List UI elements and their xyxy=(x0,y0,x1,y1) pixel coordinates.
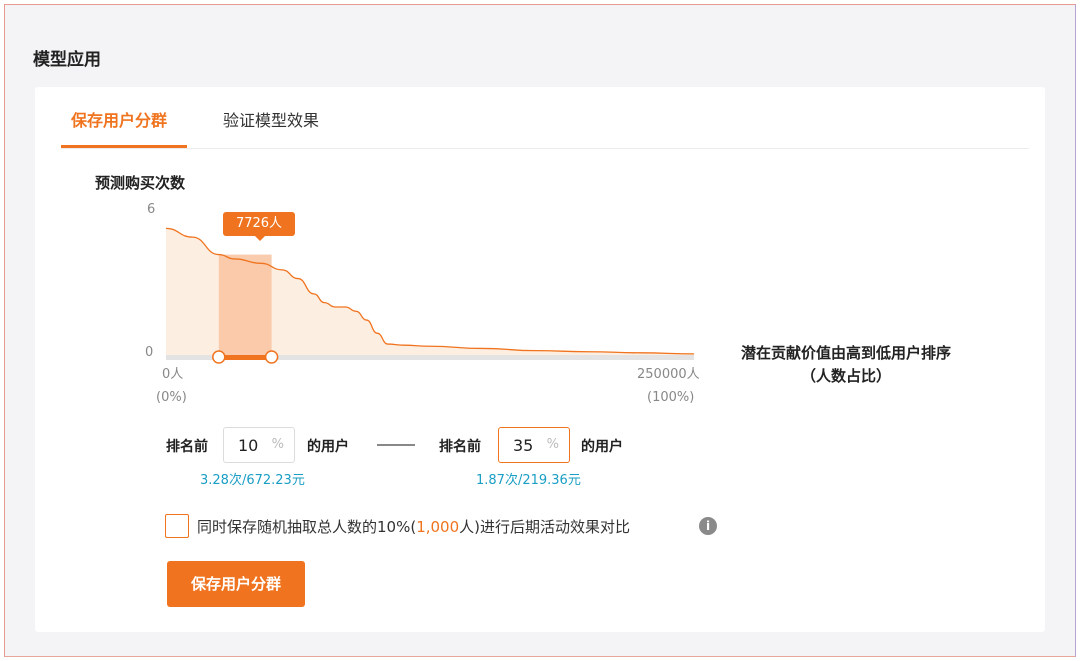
x-axis-title-line1: 潜在贡献价值由高到低用户排序 xyxy=(740,344,951,362)
x-axis-start-pct: (0%) xyxy=(156,390,187,405)
control-group-text-before: 同时保存随机抽取总人数的10%( xyxy=(197,518,417,536)
from-stat: 3.28次/672.23元 xyxy=(200,473,305,488)
selected-range-band xyxy=(218,254,272,355)
x-axis-end-pct: (100%) xyxy=(647,390,694,405)
rank-to-unit: % xyxy=(546,437,559,452)
from-prefix-label: 排名前 xyxy=(166,439,208,455)
control-group-checkbox[interactable] xyxy=(165,514,189,538)
x-axis-title: 潜在贡献价值由高到低用户排序 （人数占比） xyxy=(721,342,971,388)
to-stat: 1.87次/219.36元 xyxy=(476,473,581,488)
from-suffix-label: 的用户 xyxy=(307,439,349,455)
info-icon[interactable]: i xyxy=(699,517,717,535)
rank-to-value: 35 xyxy=(513,436,534,455)
range-slider-left-handle[interactable] xyxy=(212,350,226,364)
section-title: 模型应用 xyxy=(33,50,101,70)
range-slider-selected xyxy=(218,355,272,360)
model-application-card: 保存用户分群 验证模型效果 预测购买次数 6 0 0人 (0%) 250000人… xyxy=(35,87,1045,632)
page-frame: 模型应用 保存用户分群 验证模型效果 预测购买次数 6 0 0人 (0%) 25… xyxy=(4,4,1076,657)
rank-from-value: 10 xyxy=(238,436,259,455)
range-separator xyxy=(377,444,415,446)
control-group-label: 同时保存随机抽取总人数的10%(1,000人)进行后期活动效果对比 xyxy=(197,516,630,537)
to-suffix-label: 的用户 xyxy=(581,439,623,455)
to-prefix-label: 排名前 xyxy=(439,439,481,455)
x-axis-end-label: 250000人 xyxy=(637,367,700,382)
control-group-count: 1,000 xyxy=(416,518,460,536)
x-axis-start-label: 0人 xyxy=(162,367,183,382)
range-slider-right-handle[interactable] xyxy=(264,350,279,364)
y-axis-min-label: 0 xyxy=(145,345,153,360)
rank-to-input[interactable]: 35 % xyxy=(498,427,570,463)
y-axis-max-label: 6 xyxy=(147,202,155,217)
control-group-text-after: 人)进行后期活动效果对比 xyxy=(459,518,631,536)
rank-range-row: 排名前 10 % 的用户 排名前 35 % 的用户 xyxy=(35,427,1045,463)
x-axis-title-line2: （人数占比） xyxy=(800,367,891,385)
selection-tooltip: 7726人 xyxy=(223,212,295,241)
save-user-group-button[interactable]: 保存用户分群 xyxy=(167,561,305,607)
rank-from-input[interactable]: 10 % xyxy=(223,427,295,463)
rank-from-unit: % xyxy=(271,437,284,452)
